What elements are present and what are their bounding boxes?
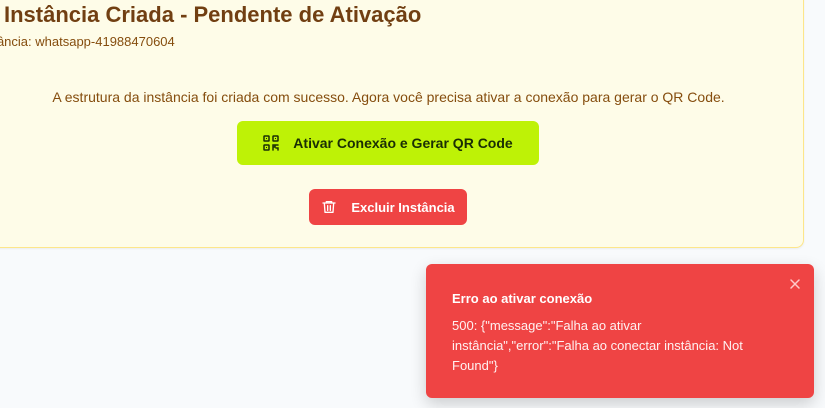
trash-icon [321,199,337,215]
error-toast: Erro ao ativar conexão 500: {"message":"… [426,264,814,398]
status-message: A estrutura da instância foi criada com … [52,89,725,105]
qr-code-icon [263,135,280,151]
card-title: Instância Criada - Pendente de Ativação [4,2,422,27]
delete-instance-button[interactable]: Excluir Instância [309,189,467,225]
close-icon [789,278,801,293]
activate-connection-button[interactable]: Ativar Conexão e Gerar QR Code [237,121,539,165]
delete-instance-label: Excluir Instância [351,199,455,215]
toast-close-button[interactable] [786,276,804,294]
instance-name: Instância: whatsapp-41988470604 [0,34,175,49]
page: Instância Criada - Pendente de Ativação … [0,0,825,408]
toast-title: Erro ao ativar conexão [452,291,593,306]
activate-connection-label: Ativar Conexão e Gerar QR Code [293,135,513,151]
toast-message: 500: {"message":"Falha ao ativar instânc… [452,318,743,373]
